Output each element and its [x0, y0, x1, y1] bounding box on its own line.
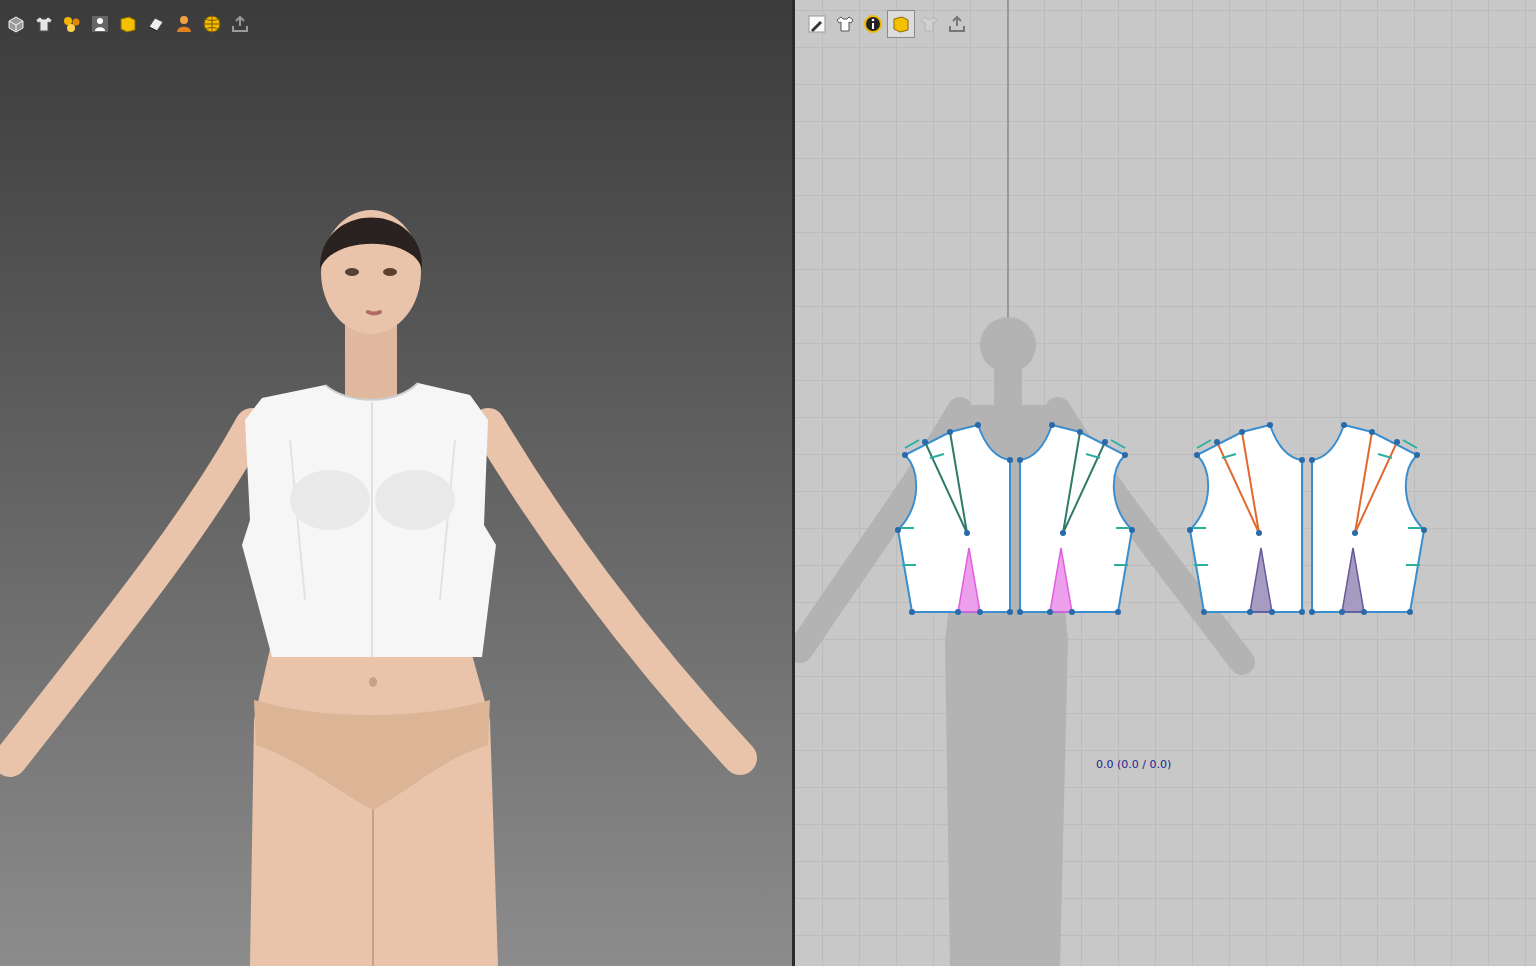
upload-icon [230, 14, 250, 34]
toolbar-3d [0, 0, 792, 48]
tool-button[interactable] [2, 10, 30, 38]
texture-icon [118, 14, 138, 34]
tool-button[interactable] [803, 10, 831, 38]
tool-button[interactable] [831, 10, 859, 38]
avatar-icon [90, 14, 110, 34]
coordinate-readout: 0.0 (0.0 / 0.0) [1094, 757, 1173, 772]
tool-button[interactable] [86, 10, 114, 38]
texture-icon [891, 14, 911, 34]
pattern-window[interactable]: 0.0 (0.0 / 0.0) [795, 0, 1536, 966]
tool-button[interactable] [226, 10, 254, 38]
tool-button[interactable] [915, 10, 943, 38]
viewport-3d[interactable] [0, 0, 792, 966]
app: 0.0 (0.0 / 0.0) [0, 0, 1536, 966]
tool-button[interactable] [943, 10, 971, 38]
tool-button[interactable] [142, 10, 170, 38]
back-left-piece[interactable] [1187, 422, 1305, 615]
tool-button[interactable] [170, 10, 198, 38]
pattern-canvas[interactable] [795, 0, 1536, 966]
shirt-icon [919, 14, 939, 34]
particles-icon [62, 14, 82, 34]
tool-button[interactable] [198, 10, 226, 38]
avatar-silhouette [800, 317, 1242, 966]
shirt-icon [34, 14, 54, 34]
avatar [10, 210, 740, 966]
tool-button[interactable] [30, 10, 58, 38]
back-right-piece[interactable] [1309, 422, 1427, 615]
front-right-piece[interactable] [1017, 422, 1135, 615]
tool-button[interactable] [887, 10, 915, 38]
cube-icon [6, 14, 26, 34]
front-left-piece[interactable] [895, 422, 1013, 615]
avatar-scene[interactable] [0, 0, 792, 966]
card-icon [146, 14, 166, 34]
crop-top[interactable] [242, 383, 496, 657]
info-icon [863, 14, 883, 34]
pen-icon [807, 14, 827, 34]
upload-icon [947, 14, 967, 34]
shirt-icon [835, 14, 855, 34]
globe-icon [202, 14, 222, 34]
tool-button[interactable] [58, 10, 86, 38]
toolbar-2d [795, 0, 1536, 48]
person-icon [174, 14, 194, 34]
tool-button[interactable] [114, 10, 142, 38]
tool-button[interactable] [859, 10, 887, 38]
